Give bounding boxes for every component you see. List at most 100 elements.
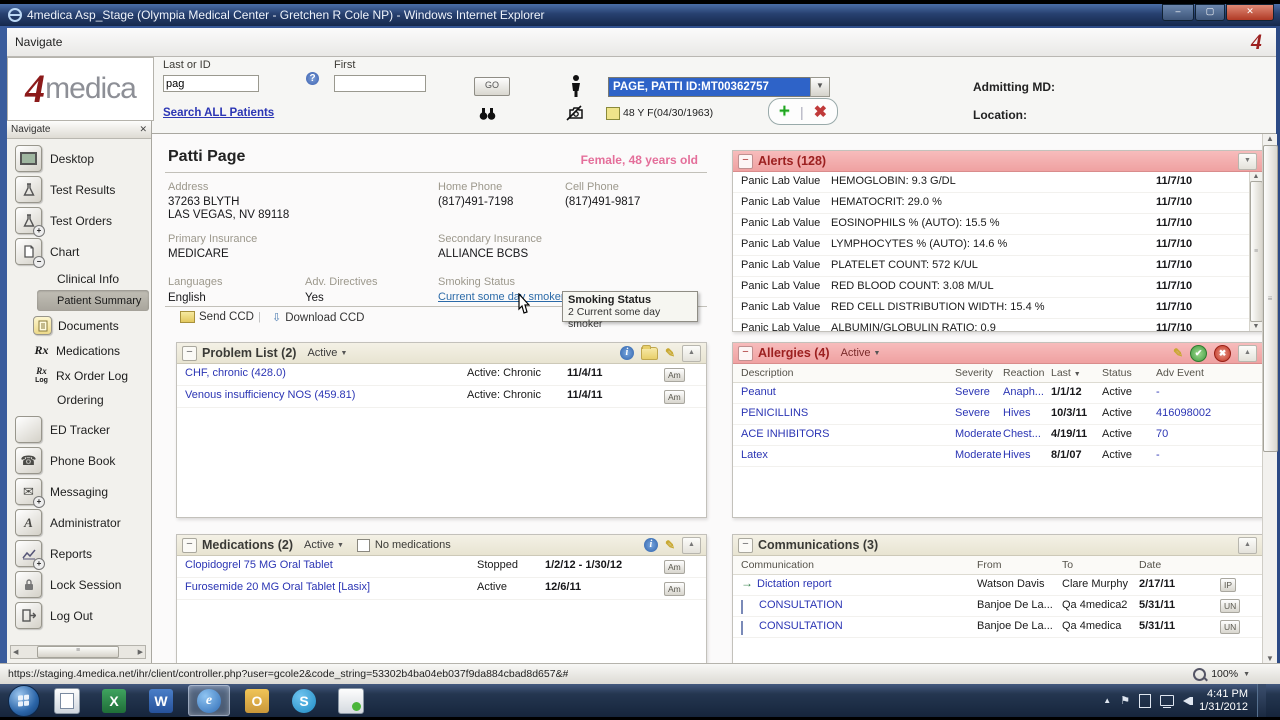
panel-collapse-icon[interactable]: ▲ [682, 537, 701, 554]
info-icon[interactable]: i [620, 346, 634, 360]
medication-row[interactable]: Furosemide 20 MG Oral Tablet [Lasix] Act… [177, 578, 706, 600]
allergy-link[interactable]: ACE INHIBITORS [741, 428, 829, 440]
sidebar-item-clinical-info[interactable]: Clinical Info [7, 267, 151, 290]
scroll-down-icon[interactable]: ▼ [1253, 323, 1260, 330]
alert-row[interactable]: Panic Lab ValuePLATELET COUNT: 572 K/UL1… [733, 256, 1249, 277]
confirm-icon[interactable]: ✔ [1190, 345, 1207, 362]
scroll-right-icon[interactable]: ▶ [138, 648, 143, 656]
sidebar-item-rx-order-log[interactable]: Rx Log Rx Order Log [7, 363, 151, 388]
allergy-link[interactable]: Latex [741, 449, 768, 461]
problem-link[interactable]: Venous insufficiency NOS (459.81) [185, 389, 355, 401]
chart-folder-icon[interactable] [606, 107, 620, 120]
volume-icon[interactable] [1183, 697, 1190, 705]
communication-row[interactable]: CONSULTATION Banjoe De La... Qa 4medica … [733, 617, 1262, 638]
alert-row[interactable]: Panic Lab ValueHEMOGLOBIN: 9.3 G/DL11/7/… [733, 172, 1249, 193]
smoking-status-link[interactable]: Current some day smoker [438, 291, 565, 303]
collapse-minus-icon[interactable]: − [182, 538, 197, 553]
sidebar-item-patient-summary[interactable]: Patient Summary [37, 290, 149, 311]
minimize-button[interactable]: ‒ [1162, 4, 1194, 21]
sidebar-item-lock-session[interactable]: Lock Session [7, 569, 151, 600]
scrollbar-thumb[interactable]: ≡ [1250, 181, 1263, 322]
sidebar-item-chart[interactable]: − Chart [7, 236, 151, 267]
sidebar-item-administrator[interactable]: A Administrator [7, 507, 151, 538]
panel-collapse-icon[interactable]: ▲ [1238, 537, 1257, 554]
tray-expand-icon[interactable]: ▲ [1103, 696, 1111, 705]
sidebar-item-medications[interactable]: Rx Medications [7, 338, 151, 363]
sidebar-close-icon[interactable]: ✕ [139, 124, 147, 135]
allergy-filter-dropdown[interactable]: Active▼ [841, 347, 881, 359]
medication-row[interactable]: Clopidogrel 75 MG Oral Tablet Stopped 1/… [177, 556, 706, 578]
scroll-left-icon[interactable]: ◀ [13, 648, 18, 656]
taskbar-clock[interactable]: 4:41 PM 1/31/2012 [1199, 688, 1248, 714]
scrollbar-thumb[interactable]: ≡ [37, 646, 119, 658]
alert-row[interactable]: Panic Lab ValueEOSINOPHILS % (AUTO): 15.… [733, 214, 1249, 235]
start-button[interactable] [8, 685, 40, 717]
sidebar-item-ed-tracker[interactable]: ED Tracker [7, 414, 151, 445]
add-patient-icon[interactable]: + [779, 103, 790, 121]
browser-vertical-scrollbar[interactable]: ▲ ≡ ▼ [1262, 134, 1277, 663]
medication-link[interactable]: Furosemide 20 MG Oral Tablet [Lasix] [185, 581, 370, 593]
sidebar-item-log-out[interactable]: Log Out [7, 600, 151, 631]
allergy-row[interactable]: ACE INHIBITORS Moderate Chest... 4/19/11… [733, 425, 1262, 446]
sidebar-item-documents[interactable]: Documents [7, 313, 151, 338]
taskbar-notepad-button[interactable] [47, 686, 87, 715]
patient-select[interactable]: PAGE, PATTI ID:MT00362757 [608, 77, 814, 97]
amend-badge[interactable]: Am [664, 582, 685, 596]
first-input[interactable] [334, 75, 426, 92]
alert-row[interactable]: Panic Lab ValueHEMATOCRIT: 29.0 %11/7/10 [733, 193, 1249, 214]
no-medications-checkbox[interactable] [357, 539, 370, 552]
taskbar-skype-button[interactable]: S [284, 686, 324, 715]
zoom-dropdown-icon[interactable]: ▼ [1243, 671, 1250, 678]
communication-link[interactable]: Dictation report [757, 578, 832, 590]
collapse-minus-icon[interactable]: − [738, 346, 753, 361]
go-button[interactable]: GO [474, 77, 510, 96]
communication-row[interactable]: CONSULTATION Banjoe De La... Qa 4medica2… [733, 596, 1262, 617]
problem-row[interactable]: Venous insufficiency NOS (459.81) Active… [177, 386, 706, 408]
sidebar-item-reports[interactable]: + Reports [7, 538, 151, 569]
alerts-collapse-icon[interactable]: ▼ [1238, 153, 1257, 170]
search-all-patients-link[interactable]: Search ALL Patients [163, 107, 274, 119]
problem-row[interactable]: CHF, chronic (428.0) Active: Chronic 11/… [177, 364, 706, 386]
medication-link[interactable]: Clopidogrel 75 MG Oral Tablet [185, 559, 333, 571]
sidebar-item-test-orders[interactable]: + Test Orders [7, 205, 151, 236]
collapse-minus-icon[interactable]: − [182, 346, 197, 361]
panel-collapse-icon[interactable]: ▲ [682, 345, 701, 362]
action-center-flag-icon[interactable]: ⚑ [1120, 694, 1130, 707]
amend-badge[interactable]: Am [664, 368, 685, 382]
remove-patient-icon[interactable]: ✖ [814, 102, 827, 122]
alert-row[interactable]: Panic Lab ValueALBUMIN/GLOBULIN RATIO: 0… [733, 319, 1249, 331]
patient-select-arrow-icon[interactable]: ▼ [810, 77, 830, 97]
close-button[interactable]: ✕ [1226, 4, 1274, 21]
alert-row[interactable]: Panic Lab ValueRED CELL DISTRIBUTION WID… [733, 298, 1249, 319]
allergy-row[interactable]: Latex Moderate Hives 8/1/07 Active - [733, 446, 1262, 467]
taskbar-excel-button[interactable]: X [94, 686, 134, 715]
help-icon[interactable]: ? [306, 72, 319, 85]
alert-row[interactable]: Panic Lab ValueLYMPHOCYTES % (AUTO): 14.… [733, 235, 1249, 256]
edit-icon[interactable]: ✎ [1173, 346, 1183, 360]
tray-app-icon[interactable] [1139, 694, 1151, 708]
patient-photo-icon[interactable] [566, 105, 584, 121]
collapse-minus-icon[interactable]: − [738, 538, 753, 553]
taskbar-app-button[interactable] [331, 686, 371, 715]
network-icon[interactable] [1160, 695, 1174, 706]
last-or-id-input[interactable] [163, 75, 259, 92]
alert-row[interactable]: Panic Lab ValueRED BLOOD COUNT: 3.08 M/U… [733, 277, 1249, 298]
communication-row[interactable]: → Dictation report Watson Davis Clare Mu… [733, 575, 1262, 596]
alerts-scrollbar[interactable]: ▲ ≡ ▼ [1249, 172, 1262, 331]
edit-icon[interactable]: ✎ [665, 346, 675, 360]
communication-link[interactable]: CONSULTATION [759, 599, 843, 611]
taskbar-word-button[interactable]: W [141, 686, 181, 715]
amend-badge[interactable]: Am [664, 560, 685, 574]
allergy-row[interactable]: PENICILLINS Severe Hives 10/3/11 Active … [733, 404, 1262, 425]
sidebar-item-messaging[interactable]: ✉+ Messaging [7, 476, 151, 507]
edit-icon[interactable]: ✎ [665, 538, 675, 552]
allergy-row[interactable]: Peanut Severe Anaph... 1/1/12 Active - [733, 383, 1262, 404]
sidebar-item-ordering[interactable]: Ordering [7, 388, 151, 411]
folder-icon[interactable] [641, 347, 658, 360]
send-ccd-button[interactable]: Send CCD [180, 311, 254, 323]
amend-badge[interactable]: Am [664, 390, 685, 404]
remove-icon[interactable]: ✖ [1214, 345, 1231, 362]
communication-link[interactable]: CONSULTATION [759, 620, 843, 632]
problem-filter-dropdown[interactable]: Active▼ [307, 347, 347, 359]
scroll-up-icon[interactable]: ▲ [1253, 173, 1260, 180]
